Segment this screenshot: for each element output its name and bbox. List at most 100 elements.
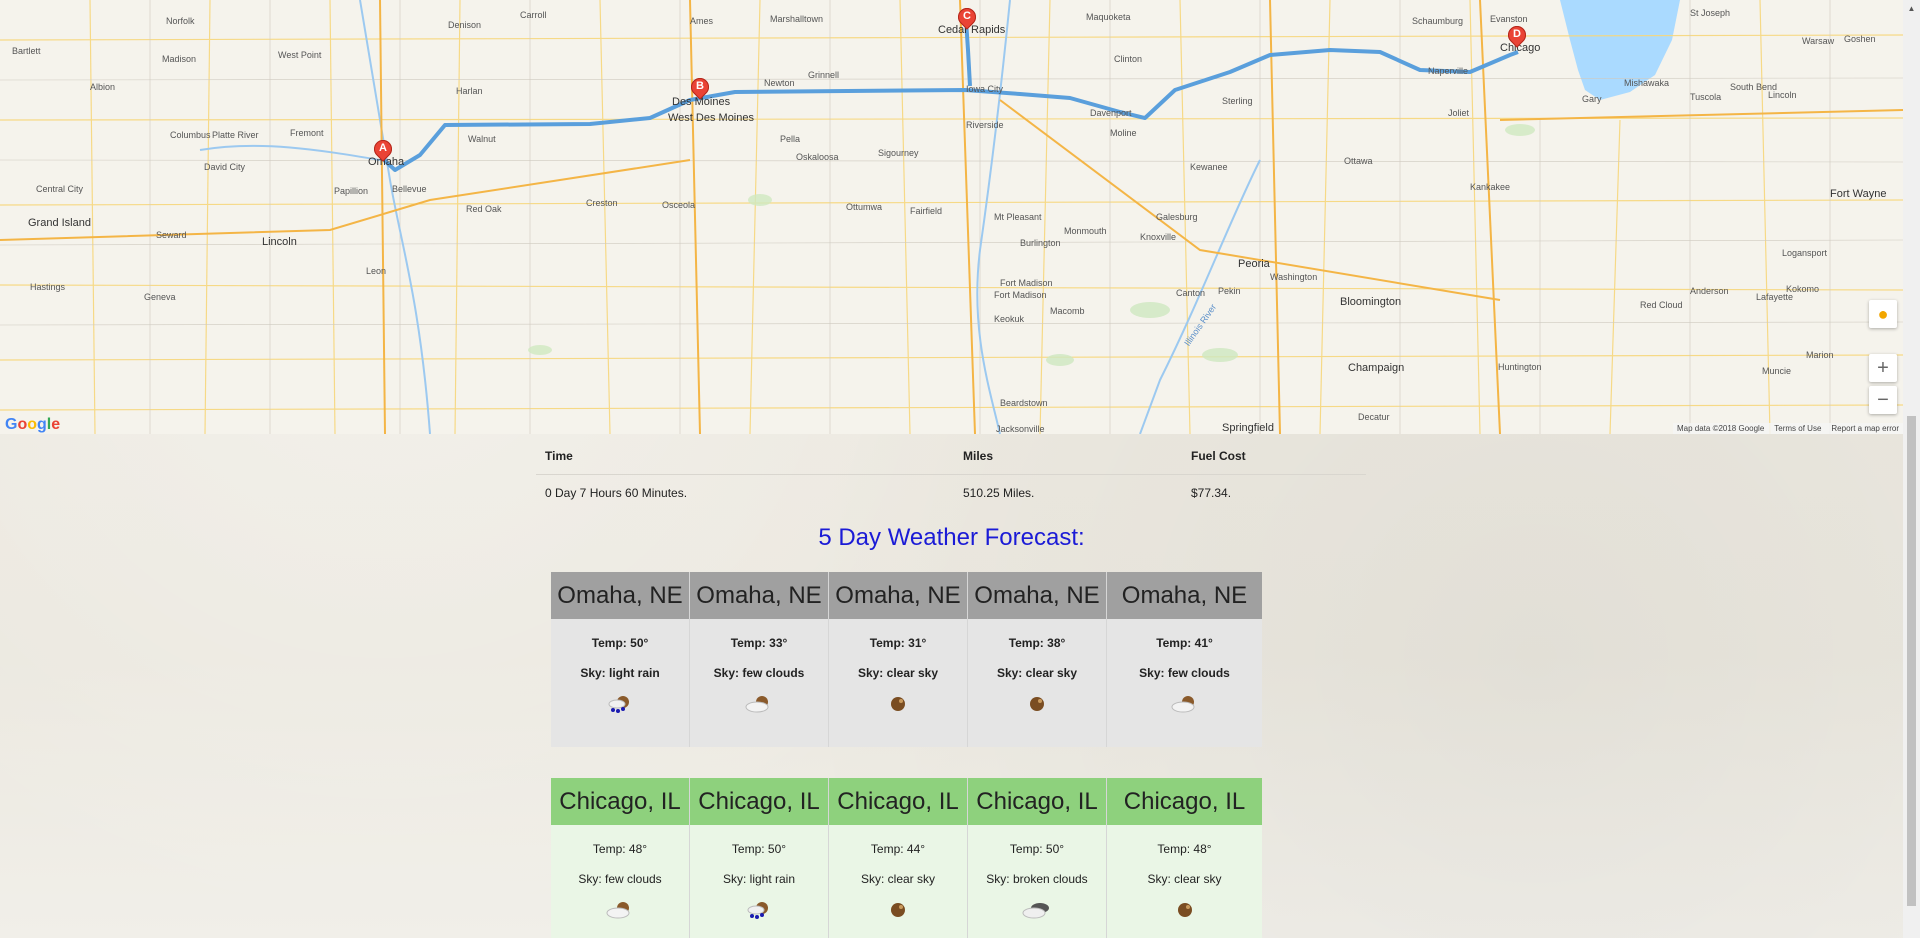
- sky-value: clear sky: [886, 666, 939, 680]
- sky-value: clear sky: [1174, 872, 1222, 886]
- rain-icon: [551, 694, 689, 714]
- city-label: Pella: [780, 134, 801, 144]
- scrollbar-thumb[interactable]: [1907, 416, 1916, 906]
- forecast-title: 5 Day Weather Forecast:: [818, 524, 1085, 551]
- sky-value: few clouds: [1167, 666, 1230, 680]
- route-line: [382, 48, 1519, 172]
- city-label: Huntington: [1498, 362, 1542, 372]
- temp-value: 38°: [1047, 636, 1066, 650]
- forecast-day-card: Chicago, IL Temp: 50° Sky: light rain: [690, 778, 829, 938]
- forecast-temp: Temp: 48°: [551, 842, 689, 856]
- city-label: Oskaloosa: [796, 152, 839, 162]
- sky-label: Sky:: [1147, 872, 1175, 886]
- sky-value: few clouds: [742, 666, 805, 680]
- forecast-day-card: Omaha, NE Temp: 41° Sky: few clouds: [1107, 572, 1262, 747]
- city-label: Leon: [366, 266, 387, 276]
- city-label: Burlington: [1020, 238, 1061, 248]
- sky-value: light rain: [609, 666, 660, 680]
- route-marker-a[interactable]: A: [370, 136, 396, 168]
- temp-value: 50°: [1045, 842, 1065, 856]
- city-label: West Des Moines: [668, 112, 754, 124]
- city-label: Carroll: [520, 10, 547, 20]
- sky-label: Sky:: [860, 872, 888, 886]
- route-marker-c[interactable]: C: [954, 4, 980, 36]
- city-label: Muncie: [1762, 366, 1792, 376]
- forecast-sky: Sky: clear sky: [1107, 872, 1262, 886]
- city-label: Evanston: [1490, 14, 1528, 24]
- city-label: Harlan: [456, 86, 483, 96]
- city-label: Kankakee: [1470, 182, 1511, 192]
- forecast-sky: Sky: light rain: [551, 666, 689, 680]
- clear-sky-icon: [829, 900, 967, 920]
- rain-icon: [690, 900, 828, 920]
- clear-sky-icon: [829, 694, 967, 714]
- city-label: Central City: [36, 184, 84, 194]
- forecast-day-card: Omaha, NE Temp: 31° Sky: clear sky: [829, 572, 968, 747]
- forecast-city: Chicago, IL: [968, 778, 1106, 825]
- sky-value: few clouds: [604, 872, 662, 886]
- forecast-sky: Sky: light rain: [690, 872, 828, 886]
- sky-value: broken clouds: [1012, 872, 1088, 886]
- forecast-temp: Temp: 50°: [968, 842, 1106, 856]
- page-scrollbar[interactable]: ▲: [1903, 0, 1920, 938]
- river-label: Platte River: [212, 130, 259, 140]
- clear-sky-icon: [968, 694, 1106, 714]
- forecast-sky: Sky: few clouds: [1107, 666, 1262, 680]
- city-label: Ottawa: [1344, 156, 1373, 166]
- city-label: Iowa City: [966, 84, 1004, 94]
- few-clouds-icon: [551, 900, 689, 920]
- forecast-day-card: Chicago, IL Temp: 48° Sky: clear sky: [1107, 778, 1262, 938]
- scroll-up-arrow-icon[interactable]: ▲: [1903, 0, 1920, 17]
- city-label: Grand Island: [28, 217, 91, 229]
- city-label: Knoxville: [1140, 232, 1177, 242]
- city-label: Osceola: [662, 200, 696, 210]
- city-label: Ames: [690, 16, 714, 26]
- city-label: Maquoketa: [1086, 12, 1131, 22]
- temp-value: 48°: [628, 842, 648, 856]
- forecast-day-card: Omaha, NE Temp: 50° Sky: light rain: [551, 572, 690, 747]
- city-label: Jacksonville: [996, 424, 1045, 434]
- city-label: Mt Pleasant: [994, 212, 1042, 222]
- forecast-temp: Temp: 33°: [690, 636, 828, 650]
- city-label: Macomb: [1050, 306, 1085, 316]
- city-label: Fremont: [290, 128, 324, 138]
- city-label: Gary: [1582, 94, 1602, 104]
- sky-label: Sky:: [857, 666, 887, 680]
- temp-label: Temp:: [592, 842, 629, 856]
- city-label: Peoria: [1238, 258, 1270, 270]
- temp-label: Temp:: [1157, 842, 1194, 856]
- forecast-temp: Temp: 48°: [1107, 842, 1262, 856]
- city-label: Geneva: [144, 292, 176, 302]
- city-label: Beardstown: [1000, 398, 1048, 408]
- zoom-out-button[interactable]: −: [1869, 386, 1897, 414]
- forecast-city: Chicago, IL: [690, 778, 828, 825]
- sky-value: light rain: [749, 872, 796, 886]
- city-label: Creston: [586, 198, 618, 208]
- forecast-city: Omaha, NE: [690, 572, 828, 619]
- temp-label: Temp:: [591, 636, 631, 650]
- city-label: Fort Madison: [1000, 278, 1053, 288]
- few-clouds-icon: [690, 694, 828, 714]
- city-label: Norfolk: [166, 16, 195, 26]
- forecast-city: Chicago, IL: [829, 778, 967, 825]
- city-label: Lincoln: [1768, 90, 1797, 100]
- temp-value: 44°: [906, 842, 926, 856]
- zoom-in-button[interactable]: +: [1869, 354, 1897, 382]
- route-map[interactable]: Omaha Des Moines West Des Moines Cedar R…: [0, 0, 1903, 434]
- street-view-pegman-icon[interactable]: ●: [1869, 300, 1897, 328]
- forecast-day-card: Chicago, IL Temp: 48° Sky: few clouds: [551, 778, 690, 938]
- temp-label: Temp:: [731, 842, 768, 856]
- city-label: Warsaw: [1802, 36, 1835, 46]
- few-clouds-icon: [1107, 694, 1262, 714]
- route-marker-b[interactable]: B: [687, 74, 713, 106]
- city-label: Seward: [156, 230, 187, 240]
- city-label: Kokomo: [1786, 284, 1820, 294]
- temp-label: Temp:: [870, 842, 907, 856]
- temp-value: 41°: [1194, 636, 1213, 650]
- fuel-cost-header: Fuel Cost: [1182, 438, 1366, 475]
- city-label: Albion: [90, 82, 116, 92]
- city-label: Naperville: [1428, 66, 1469, 76]
- route-marker-d[interactable]: D: [1504, 22, 1530, 54]
- report-map-error-link[interactable]: Report a map error: [1831, 424, 1899, 433]
- terms-of-use-link[interactable]: Terms of Use: [1774, 424, 1821, 433]
